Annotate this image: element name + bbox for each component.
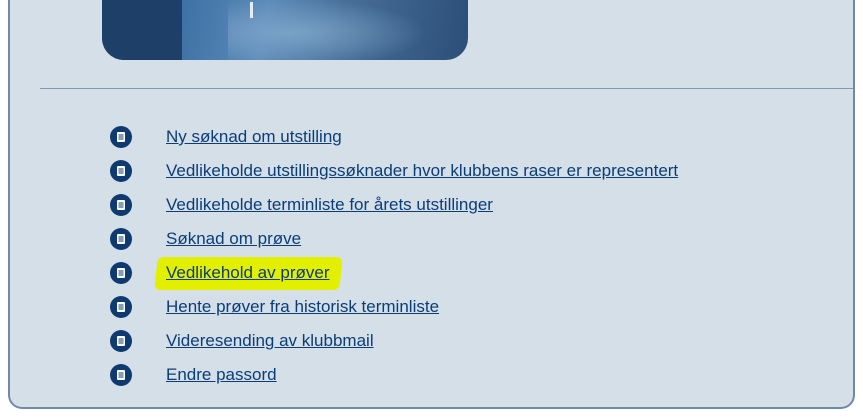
link-ny-soknad-om-utstilling[interactable]: Ny søknad om utstilling [166,127,342,147]
document-icon[interactable] [110,330,132,352]
list-item: Vedlikehold av prøver [110,256,678,290]
document-icon[interactable] [110,262,132,284]
link-hente-prover-fra-historisk-terminliste[interactable]: Hente prøver fra historisk terminliste [166,297,439,317]
link-vedlikehold-av-prover[interactable]: Vedlikehold av prøver [166,263,329,283]
document-icon[interactable] [110,228,132,250]
link-soknad-om-prove[interactable]: Søknad om prøve [166,229,301,249]
menu-panel: Ny søknad om utstilling Vedlikeholde uts… [8,0,855,409]
document-icon[interactable] [110,126,132,148]
divider [40,88,853,89]
document-icon[interactable] [110,194,132,216]
link-videresending-av-klubbmail[interactable]: Videresending av klubbmail [166,331,374,351]
list-item: Ny søknad om utstilling [110,120,678,154]
list-item: Vedlikeholde terminliste for årets utsti… [110,188,678,222]
document-icon[interactable] [110,364,132,386]
document-icon[interactable] [110,160,132,182]
link-endre-passord[interactable]: Endre passord [166,365,277,385]
link-list: Ny søknad om utstilling Vedlikeholde uts… [110,120,678,392]
banner-image [102,0,468,60]
list-item: Hente prøver fra historisk terminliste [110,290,678,324]
list-item: Videresending av klubbmail [110,324,678,358]
link-vedlikeholde-terminliste[interactable]: Vedlikeholde terminliste for årets utsti… [166,195,493,215]
link-vedlikeholde-utstillingssoknader[interactable]: Vedlikeholde utstillingssøknader hvor kl… [166,161,678,181]
list-item: Endre passord [110,358,678,392]
document-icon[interactable] [110,296,132,318]
list-item: Vedlikeholde utstillingssøknader hvor kl… [110,154,678,188]
list-item: Søknad om prøve [110,222,678,256]
